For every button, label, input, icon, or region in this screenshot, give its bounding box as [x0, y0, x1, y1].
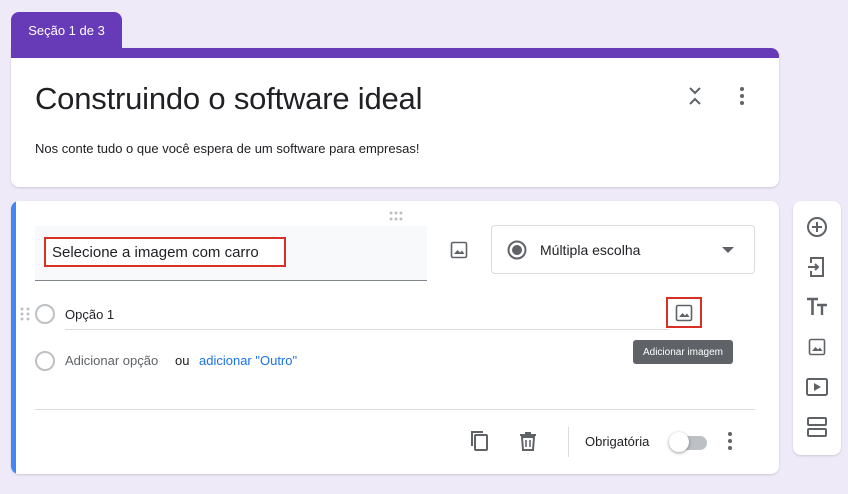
question-title-input[interactable]: Selecione a imagem com carro — [44, 237, 286, 267]
radio-checked-icon — [506, 239, 528, 261]
image-icon[interactable] — [805, 335, 829, 359]
dropdown-arrow-icon — [720, 245, 736, 255]
active-indicator — [11, 201, 16, 474]
form-header-card[interactable]: Construindo o software ideal Nos conte t… — [11, 48, 779, 187]
add-other-link[interactable]: adicionar "Outro" — [199, 353, 297, 368]
side-toolbar — [793, 201, 841, 455]
question-type-label: Múltipla escolha — [540, 242, 641, 258]
more-vert-icon[interactable] — [730, 84, 754, 108]
add-option-image-button[interactable] — [666, 297, 702, 328]
option-label[interactable]: Opção 1 — [65, 307, 114, 322]
footer-divider — [35, 409, 755, 410]
add-option-radio — [35, 351, 55, 371]
image-icon[interactable] — [447, 238, 471, 262]
more-vert-icon[interactable] — [722, 430, 738, 452]
tooltip: Adicionar imagem — [633, 340, 733, 364]
required-toggle-knob[interactable] — [669, 432, 689, 452]
drag-handle-icon[interactable] — [388, 208, 404, 226]
image-icon — [675, 304, 693, 321]
section-tab-label: Seção 1 de 3 — [28, 22, 105, 38]
import-icon[interactable] — [805, 255, 829, 279]
title-icon[interactable] — [805, 295, 829, 319]
add-option-link[interactable]: Adicionar opção — [65, 353, 158, 368]
section-icon[interactable] — [805, 415, 829, 439]
section-tab: Seção 1 de 3 — [11, 12, 122, 48]
option-underline — [65, 329, 669, 330]
collapse-icon[interactable] — [683, 84, 707, 108]
option-drag-handle-icon[interactable] — [20, 306, 30, 327]
question-title-field[interactable]: Selecione a imagem com carro — [35, 226, 427, 281]
trash-icon[interactable] — [516, 429, 540, 453]
footer-separator — [568, 427, 569, 457]
video-icon[interactable] — [805, 375, 829, 399]
option-radio — [35, 304, 55, 324]
copy-icon[interactable] — [467, 429, 491, 453]
required-label: Obrigatória — [585, 434, 650, 449]
or-text: ou — [175, 353, 190, 368]
add-circle-icon[interactable] — [805, 215, 829, 239]
question-type-select[interactable]: Múltipla escolha — [491, 225, 755, 274]
form-description[interactable]: Nos conte tudo o que você espera de um s… — [35, 141, 419, 156]
form-title[interactable]: Construindo o software ideal — [35, 81, 422, 117]
question-card[interactable]: Selecione a imagem com carro Múltipla es… — [11, 201, 779, 474]
